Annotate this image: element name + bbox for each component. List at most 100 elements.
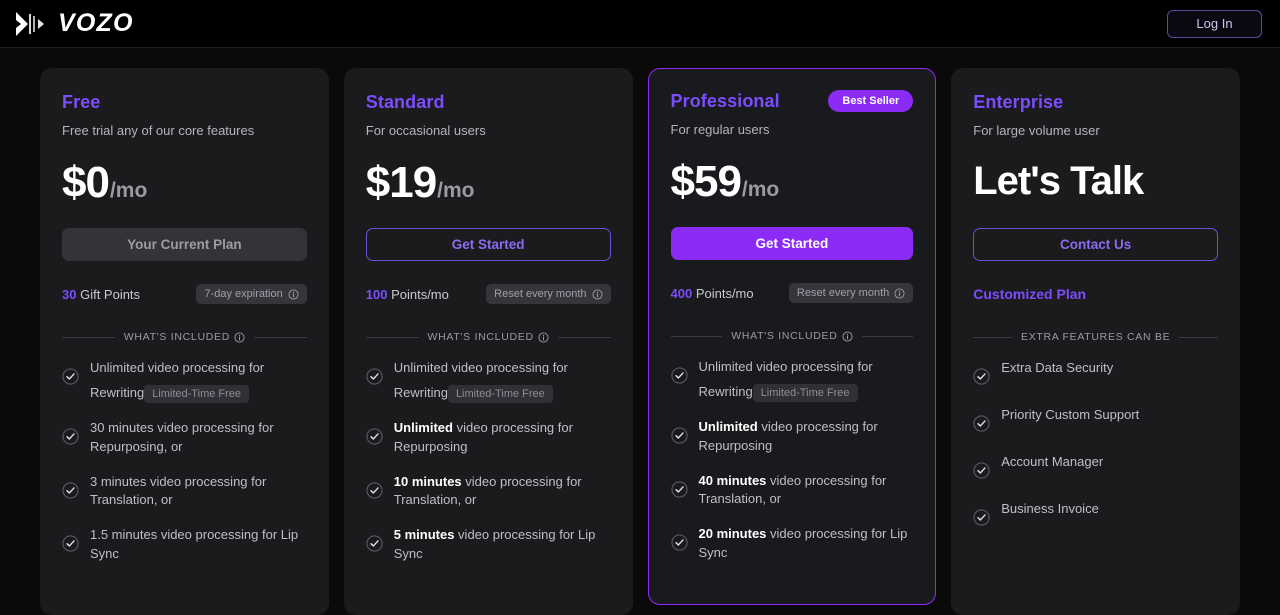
feature-item: 40 minutes video processing for Translat…: [670, 472, 914, 510]
info-icon[interactable]: [234, 331, 245, 343]
info-icon[interactable]: [538, 331, 549, 343]
plan-points-number: 100: [365, 286, 388, 302]
feature-check: [62, 535, 79, 557]
info-icon[interactable]: [288, 288, 299, 300]
plan-points-row: 100 Points/mo Reset every month: [366, 283, 611, 305]
plan-reset-label: 7-day expiration: [204, 288, 283, 300]
feature-tag: Limited-Time Free: [144, 384, 250, 403]
feature-check: [366, 368, 383, 390]
check-icon: [62, 535, 79, 552]
plan-points-row: 30 Gift Points 7-day expiration: [62, 283, 307, 305]
customized-plan-label: Customized Plan: [973, 286, 1087, 302]
features-divider: WHAT'S INCLUDED: [365, 331, 611, 343]
plan-subtitle: For regular users: [670, 122, 770, 137]
feature-body: 3 minutes video processing for Translati…: [90, 473, 307, 511]
feature-text: 20 minutes video processing for Lip Sync: [699, 526, 908, 560]
check-icon: [366, 368, 383, 385]
plan-cta-button[interactable]: Contact Us: [973, 228, 1218, 261]
feature-text: 1.5 minutes video processing for Lip Syn…: [90, 527, 298, 561]
plan-points-number: 400: [670, 285, 693, 301]
feature-text: 3 minutes video processing for Translati…: [90, 474, 266, 508]
login-button[interactable]: Log In: [1167, 9, 1262, 38]
features-list: Unlimited video processing for Rewriting…: [670, 358, 914, 563]
feature-item: Unlimited video processing for Rewriting…: [366, 359, 611, 403]
check-icon: [62, 428, 79, 445]
feature-check: [366, 535, 383, 557]
feature-text: 30 minutes video processing for Repurpos…: [90, 420, 274, 454]
plan-reset-pill[interactable]: Reset every month: [486, 284, 611, 304]
feature-tag: Limited-Time Free: [752, 383, 858, 402]
plan-price: $59/mo: [671, 160, 914, 208]
feature-item: 30 minutes video processing for Repurpos…: [62, 419, 307, 457]
feature-check: [366, 481, 383, 504]
feature-item: Unlimited video processing for Rewriting…: [670, 358, 914, 402]
feature-check: [62, 368, 79, 390]
feature-body: 30 minutes video processing for Repurpos…: [90, 419, 307, 457]
check-icon: [670, 427, 688, 444]
feature-body: Account Manager: [1001, 453, 1218, 472]
plan-card-professional: Professional Best Seller For regular users…: [647, 68, 937, 605]
feature-body: 40 minutes video processing for Translat…: [699, 472, 914, 510]
divider-line-left: [973, 336, 1012, 338]
check-icon: [62, 481, 79, 499]
divider-line-right: [254, 336, 307, 338]
feature-text-rest: Priority Custom Support: [1001, 407, 1140, 422]
feature-text: Unlimited video processing for Repurposi…: [699, 419, 878, 453]
plan-cta-button[interactable]: Get Started: [365, 228, 611, 261]
brand-logo[interactable]: VOZO: [14, 9, 134, 38]
feature-body: 20 minutes video processing for Lip Sync: [699, 525, 914, 563]
plan-cta-button[interactable]: Get Started: [670, 227, 914, 260]
info-icon[interactable]: [841, 330, 853, 342]
plan-card-header: Standard: [366, 90, 611, 114]
divider-line-right: [557, 336, 611, 338]
feature-item: 20 minutes video processing for Lip Sync: [670, 525, 914, 563]
check-icon: [366, 481, 383, 499]
feature-item: Business Invoice: [973, 500, 1218, 531]
features-list: Extra Data Security Priority Custom Suppo…: [973, 359, 1218, 531]
plan-points-number: 30: [62, 286, 77, 302]
check-icon: [366, 535, 383, 552]
plan-name: Enterprise: [973, 91, 1064, 112]
feature-text: Extra Data Security: [1001, 360, 1113, 375]
features-list: Unlimited video processing for Rewriting…: [366, 359, 611, 564]
plan-reset-pill[interactable]: Reset every month: [788, 283, 914, 303]
plan-card-enterprise: Enterprise For large volume user Let's Tal…: [951, 68, 1240, 615]
feature-item: Priority Custom Support: [973, 406, 1218, 437]
plan-card-header: Free: [62, 90, 307, 114]
feature-check: [62, 428, 79, 450]
check-icon: [670, 480, 688, 498]
plan-card-free: Free Free trial any of our core features $…: [40, 68, 329, 615]
feature-body: 10 minutes video processing for Translat…: [394, 473, 611, 511]
feature-highlight: 5 minutes: [393, 527, 455, 543]
divider-label-text: WHAT'S INCLUDED: [427, 331, 534, 343]
plan-price-period: /mo: [437, 179, 475, 202]
plan-price-period: /mo: [741, 178, 780, 201]
info-icon[interactable]: [591, 288, 603, 300]
check-icon: [973, 415, 990, 432]
pricing-plans-row: Free Free trial any of our core features $…: [0, 48, 1280, 615]
info-icon[interactable]: [894, 287, 905, 299]
feature-check: [973, 509, 990, 531]
check-icon: [670, 534, 688, 551]
feature-item: Unlimited video processing for Rewriting…: [62, 359, 307, 403]
divider-label-text: EXTRA FEATURES CAN BE: [1020, 331, 1171, 343]
plan-subtitle: For occasional users: [365, 123, 486, 138]
feature-highlight: 20 minutes: [698, 526, 767, 542]
features-divider: EXTRA FEATURES CAN BE: [973, 331, 1219, 343]
feature-text-rest: Business Invoice: [1001, 501, 1099, 516]
feature-text: 40 minutes video processing for Translat…: [699, 473, 887, 507]
plan-cta-button[interactable]: Your Current Plan: [62, 228, 307, 261]
feature-body: Business Invoice: [1001, 500, 1218, 519]
plan-price-period: /mo: [109, 179, 148, 202]
divider-label: WHAT'S INCLUDED: [428, 331, 549, 343]
feature-item: Extra Data Security: [973, 359, 1218, 390]
feature-item: 1.5 minutes video processing for Lip Syn…: [62, 526, 307, 564]
feature-check: [366, 428, 383, 450]
plan-points-unit: Points/mo: [692, 285, 754, 301]
divider-line-right: [861, 335, 914, 337]
plan-reset-pill[interactable]: 7-day expiration: [196, 284, 307, 304]
plan-points-text: 400 Points/mo: [671, 286, 754, 301]
feature-text-rest: 1.5 minutes video processing for Lip Syn…: [90, 527, 299, 562]
feature-body: Unlimited video processing for Repurposi…: [394, 419, 611, 457]
plan-price: $19/mo: [366, 161, 611, 209]
